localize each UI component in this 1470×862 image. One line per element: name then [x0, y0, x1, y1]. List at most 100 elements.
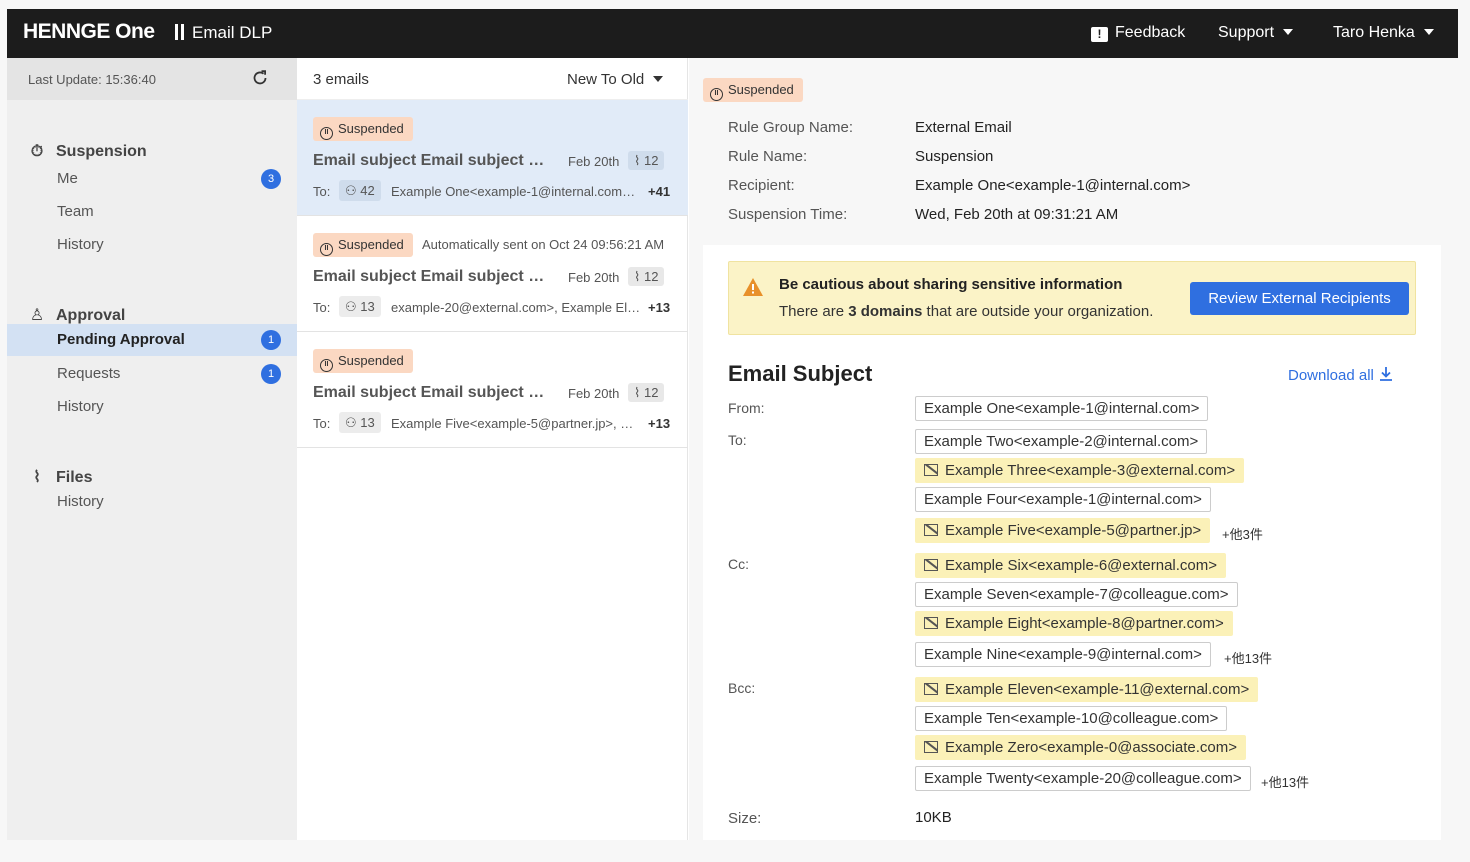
section-title: Suspension — [56, 143, 147, 160]
warning-icon — [743, 278, 763, 296]
meta-value: External Email — [915, 119, 1012, 136]
review-external-recipients-button[interactable]: Review External Recipients — [1190, 282, 1409, 315]
sidebar-item-suspension-team[interactable]: Team — [7, 196, 297, 228]
recipient-address: Example Five<example-5@partner.jp> — [945, 522, 1202, 539]
feedback-icon: ! — [1091, 27, 1108, 42]
status-text: Suspended — [338, 353, 404, 368]
status-text: Suspended — [338, 121, 404, 136]
recipient-address: Example Eleven<example-11@external.com> — [945, 681, 1250, 698]
sidebar-item-label: History — [57, 236, 104, 253]
sidebar-item-label: History — [57, 493, 104, 510]
status-badge: II Suspended — [313, 349, 413, 373]
status-badge: II Suspended — [313, 117, 413, 141]
to-label: To: — [313, 184, 331, 199]
recipient-address: Example Three<example-3@external.com> — [945, 462, 1236, 479]
more-recipients[interactable]: +他13件 — [1261, 772, 1309, 791]
external-domain-icon — [924, 617, 938, 629]
recipient-chip: Example Seven<example-7@colleague.com> — [915, 582, 1238, 607]
count-badge: 1 — [261, 330, 281, 350]
more-recipients[interactable]: +他3件 — [1222, 524, 1263, 543]
product-name: Email DLP — [175, 23, 272, 43]
sidebar-item-requests[interactable]: Requests 1 — [7, 358, 297, 390]
attachment-count: ⌇ 12 — [628, 267, 665, 286]
sort-label: New To Old — [567, 71, 645, 88]
auto-sent-note: Automatically sent on Oct 24 09:56:21 AM — [422, 237, 665, 252]
download-all-label: Download all — [1288, 367, 1374, 384]
feedback-button[interactable]: ! Feedback — [1091, 24, 1185, 42]
sidebar-item-approval-history[interactable]: History — [7, 391, 297, 423]
warning-text: There are — [779, 303, 849, 320]
count-badge: 1 — [261, 364, 281, 384]
external-recipient-chip: Example Five<example-5@partner.jp> — [915, 518, 1211, 543]
people-icon: ⚇ — [345, 415, 361, 430]
email-subject: Email subject Email subject Email subjec… — [313, 152, 547, 169]
download-all-button[interactable]: Download all — [1288, 366, 1394, 384]
more-recipients: +13 — [648, 300, 671, 315]
recipient-number: 42 — [360, 183, 375, 198]
recipient-chip: Example Two<example-2@internal.com> — [915, 429, 1208, 454]
recipient-chip: Example Four<example-1@internal.com> — [915, 487, 1211, 512]
download-icon — [1380, 367, 1393, 381]
recipient-address: Example Six<example-6@external.com> — [945, 557, 1218, 574]
user-name: Taro Henka — [1333, 24, 1415, 41]
product-label: Email DLP — [192, 23, 273, 42]
email-list-item[interactable]: II Suspended Automatically sent on Oct 24… — [297, 216, 688, 332]
product-bars-icon — [175, 24, 184, 40]
more-recipients: +13 — [648, 416, 671, 431]
warning-description: There are 3 domains that are outside you… — [779, 303, 1153, 320]
henngeone-logo[interactable]: HENNGE One — [23, 20, 155, 44]
more-recipients[interactable]: +他13件 — [1224, 648, 1272, 667]
sidebar-item-pending-approval[interactable]: Pending Approval 1 — [7, 324, 297, 356]
sidebar-item-suspension-me[interactable]: Me 3 — [7, 163, 297, 195]
external-recipient-chip: Example Eight<example-8@partner.com> — [915, 611, 1233, 636]
email-list-item[interactable]: II Suspended Email subject Email subject … — [297, 100, 688, 216]
sidebar: Last Update: 15:36:40 ⏱ Suspension Me 3 Te… — [7, 58, 297, 840]
section-approval: ♙ Approval — [28, 305, 126, 325]
meta-label: Rule Group Name: — [728, 119, 854, 136]
meta-label: Rule Name: — [728, 148, 808, 165]
refresh-icon[interactable] — [251, 69, 269, 87]
recipient-count: ⚇ 13 — [339, 296, 381, 317]
paperclip-icon: ⌇ — [33, 469, 41, 486]
warning-title: Be cautious about sharing sensitive info… — [779, 276, 1123, 293]
chevron-down-icon — [1423, 29, 1434, 35]
bcc-label: Bcc: — [728, 680, 756, 696]
meta-value: Wed, Feb 20th at 09:31:21 AM — [915, 206, 1119, 223]
warning-text: that are outside your organization. — [922, 303, 1154, 320]
sidebar-item-label: Team — [57, 203, 94, 220]
attachment-number: 12 — [643, 385, 659, 400]
user-menu[interactable]: Taro Henka — [1333, 24, 1434, 42]
email-subject: Email subject Email subject Email subjec… — [313, 268, 547, 285]
recipient-chip: Example Twenty<example-20@colleague.com> — [915, 766, 1251, 791]
to-label: To: — [313, 416, 331, 431]
meta-value: Example One<example-1@internal.com> — [915, 177, 1191, 194]
support-menu[interactable]: Support — [1218, 24, 1294, 42]
stamp-icon: ♙ — [29, 307, 45, 324]
email-date: Feb 20th — [568, 270, 620, 285]
more-recipients: +41 — [648, 184, 671, 199]
sort-dropdown[interactable]: New To Old — [567, 71, 664, 88]
email-subject-heading: Email Subject — [728, 361, 873, 386]
recipient-chip: Example Ten<example-10@colleague.com> — [915, 706, 1228, 731]
pause-icon: II — [710, 88, 723, 101]
status-badge: II Suspended — [703, 78, 803, 102]
sidebar-item-suspension-history[interactable]: History — [7, 229, 297, 261]
feedback-label: Feedback — [1115, 24, 1186, 41]
pause-icon: II — [320, 127, 333, 140]
email-card: Be cautious about sharing sensitive info… — [703, 245, 1441, 840]
email-date: Feb 20th — [568, 386, 620, 401]
from-address-chip: Example One<example-1@internal.com> — [915, 396, 1209, 421]
recipients-text: example-20@external.com>, Example Eleven… — [391, 300, 641, 315]
email-list-item[interactable]: II Suspended Email subject Email subject … — [297, 332, 688, 448]
section-title: Approval — [56, 307, 126, 324]
meta-label: Recipient: — [728, 177, 795, 194]
last-update-text: Last Update: 15:36:40 — [28, 72, 156, 87]
recipient-address: Example Zero<example-0@associate.com> — [945, 739, 1238, 756]
attachment-count: ⌇ 12 — [628, 383, 665, 402]
sidebar-item-files-history[interactable]: History — [7, 486, 297, 518]
paperclip-icon: ⌇ — [634, 385, 644, 400]
chevron-down-icon — [653, 76, 664, 82]
last-update-bar: Last Update: 15:36:40 — [7, 58, 297, 100]
pause-icon: II — [320, 359, 333, 372]
status-badge: II Suspended — [313, 233, 413, 257]
